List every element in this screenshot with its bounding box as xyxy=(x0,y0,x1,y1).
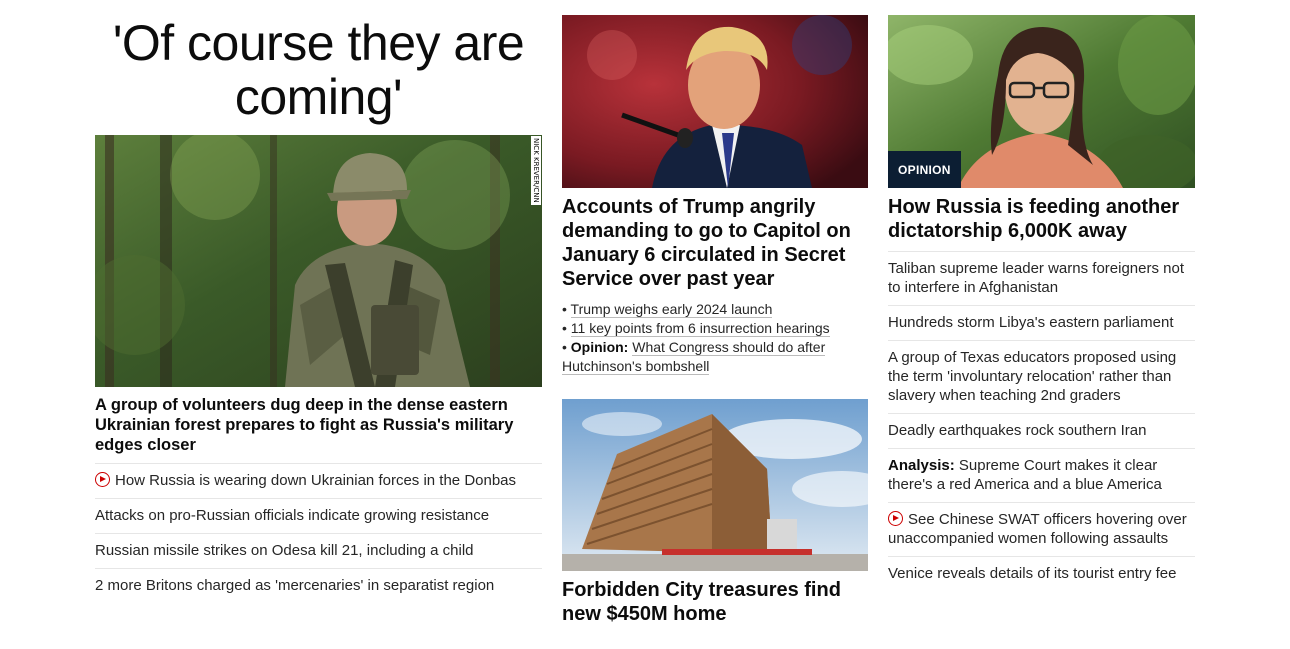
right-column: OPINION How Russia is feeding another di… xyxy=(888,0,1195,591)
opinion-author-photo[interactable]: OPINION xyxy=(888,15,1195,188)
play-video-icon xyxy=(888,511,903,526)
related-link[interactable]: Attacks on pro-Russian officials indicat… xyxy=(95,507,489,524)
related-link[interactable]: Russian missile strikes on Odesa kill 21… xyxy=(95,542,474,559)
list-item: How Russia is wearing down Ukrainian for… xyxy=(95,463,542,498)
related-link[interactable]: Hundreds storm Libya's eastern parliamen… xyxy=(888,314,1174,331)
lead-column: 'Of course they are coming' NICK KREVER/… xyxy=(95,0,542,603)
list-item: • Opinion: What Congress should do after… xyxy=(562,339,826,375)
list-item: See Chinese SWAT officers hovering over … xyxy=(888,502,1195,556)
opinion-story-headline[interactable]: How Russia is feeding another dictatorsh… xyxy=(888,195,1195,251)
bullet-link[interactable]: Trump weighs early 2024 launch xyxy=(570,301,773,318)
list-item: 2 more Britons charged as 'mercenaries' … xyxy=(95,568,542,603)
list-item: Hundreds storm Libya's eastern parliamen… xyxy=(888,305,1195,340)
trump-photo[interactable] xyxy=(562,15,868,188)
volunteer-soldier-photo[interactable]: NICK KREVER/CNN xyxy=(95,135,542,387)
related-link[interactable]: Venice reveals details of its tourist en… xyxy=(888,565,1176,582)
forest-soldier-image xyxy=(95,135,542,387)
lead-related-links: How Russia is wearing down Ukrainian for… xyxy=(95,463,542,603)
photo-credit: NICK KREVER/CNN xyxy=(531,136,541,205)
list-item: Analysis: Supreme Court makes it clear t… xyxy=(888,448,1195,502)
related-link[interactable]: A group of Texas educators proposed usin… xyxy=(888,349,1176,404)
bullet-link[interactable]: 11 key points from 6 insurrection hearin… xyxy=(570,320,830,337)
list-item: • 11 key points from 6 insurrection hear… xyxy=(562,320,830,337)
list-item: Attacks on pro-Russian officials indicat… xyxy=(95,498,542,533)
lead-big-headline[interactable]: 'Of course they are coming' xyxy=(95,16,542,135)
opinion-badge: OPINION xyxy=(888,151,961,188)
museum-story-headline[interactable]: Forbidden City treasures find new $450M … xyxy=(562,578,868,626)
middle-column: Accounts of Trump angrily demanding to g… xyxy=(562,0,868,626)
trump-story-bullets: • Trump weighs early 2024 launch • 11 ke… xyxy=(562,300,868,376)
lead-story-caption[interactable]: A group of volunteers dug deep in the de… xyxy=(95,395,542,463)
related-link[interactable]: Taliban supreme leader warns foreigners … xyxy=(888,260,1184,296)
museum-photo[interactable] xyxy=(562,399,868,571)
link-text: See Chinese SWAT officers hovering over … xyxy=(888,511,1187,547)
trump-portrait-image xyxy=(562,15,868,188)
related-link[interactable]: How Russia is wearing down Ukrainian for… xyxy=(95,472,516,489)
trump-story-headline[interactable]: Accounts of Trump angrily demanding to g… xyxy=(562,195,868,291)
related-link[interactable]: 2 more Britons charged as 'mercenaries' … xyxy=(95,577,494,594)
link-text: How Russia is wearing down Ukrainian for… xyxy=(115,472,517,489)
link-prefix: Analysis: xyxy=(888,457,955,474)
list-item: Venice reveals details of its tourist en… xyxy=(888,556,1195,591)
museum-building-image xyxy=(562,399,868,571)
list-item: Russian missile strikes on Odesa kill 21… xyxy=(95,533,542,568)
play-video-icon xyxy=(95,472,110,487)
list-item: Deadly earthquakes rock southern Iran xyxy=(888,413,1195,448)
related-link[interactable]: See Chinese SWAT officers hovering over … xyxy=(888,511,1187,547)
related-link[interactable]: Analysis: Supreme Court makes it clear t… xyxy=(888,457,1162,493)
bullet-prefix: Opinion: xyxy=(570,339,629,355)
right-related-links: Taliban supreme leader warns foreigners … xyxy=(888,251,1195,591)
list-item: • Trump weighs early 2024 launch xyxy=(562,301,773,318)
list-item: A group of Texas educators proposed usin… xyxy=(888,340,1195,413)
list-item: Taliban supreme leader warns foreigners … xyxy=(888,251,1195,305)
related-link[interactable]: Deadly earthquakes rock southern Iran xyxy=(888,422,1146,439)
